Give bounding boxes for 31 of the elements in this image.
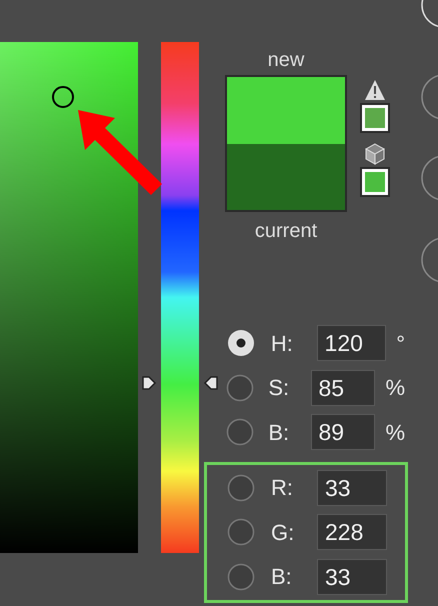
field-label: B: xyxy=(271,563,293,592)
warning-icon[interactable] xyxy=(364,79,386,101)
unit-label: % xyxy=(385,418,405,447)
color-swatch[interactable] xyxy=(362,169,388,195)
field-label: G: xyxy=(271,518,296,547)
input-field[interactable]: 89 xyxy=(310,414,376,450)
radio-button[interactable] xyxy=(227,518,255,546)
field-label: B: xyxy=(268,418,290,447)
field-label: S: xyxy=(268,374,290,402)
radio-button[interactable] xyxy=(226,374,254,402)
radio-button[interactable] xyxy=(226,418,254,446)
radio-button[interactable] xyxy=(227,562,255,591)
radio-button[interactable] xyxy=(227,474,255,502)
input-field[interactable]: 120 xyxy=(316,325,386,362)
input-field[interactable]: 33 xyxy=(317,558,387,595)
color-field[interactable] xyxy=(0,42,138,553)
unit-label: ° xyxy=(396,330,405,358)
input-field[interactable]: 33 xyxy=(317,470,387,506)
color-swatch[interactable] xyxy=(362,105,388,131)
swatch-label: current xyxy=(254,219,318,244)
swatch-label: new xyxy=(268,48,304,73)
input-field[interactable]: 85 xyxy=(310,370,376,406)
field-label: R: xyxy=(271,474,294,502)
field-label: H: xyxy=(270,330,294,358)
input-field[interactable]: 228 xyxy=(317,514,387,550)
cube-icon[interactable] xyxy=(365,143,385,165)
radio-button[interactable] xyxy=(226,329,255,358)
unit-label: % xyxy=(385,374,405,402)
slider-handle[interactable] xyxy=(203,374,219,391)
field-marker[interactable] xyxy=(52,86,74,108)
slider-handle[interactable] xyxy=(141,374,157,391)
